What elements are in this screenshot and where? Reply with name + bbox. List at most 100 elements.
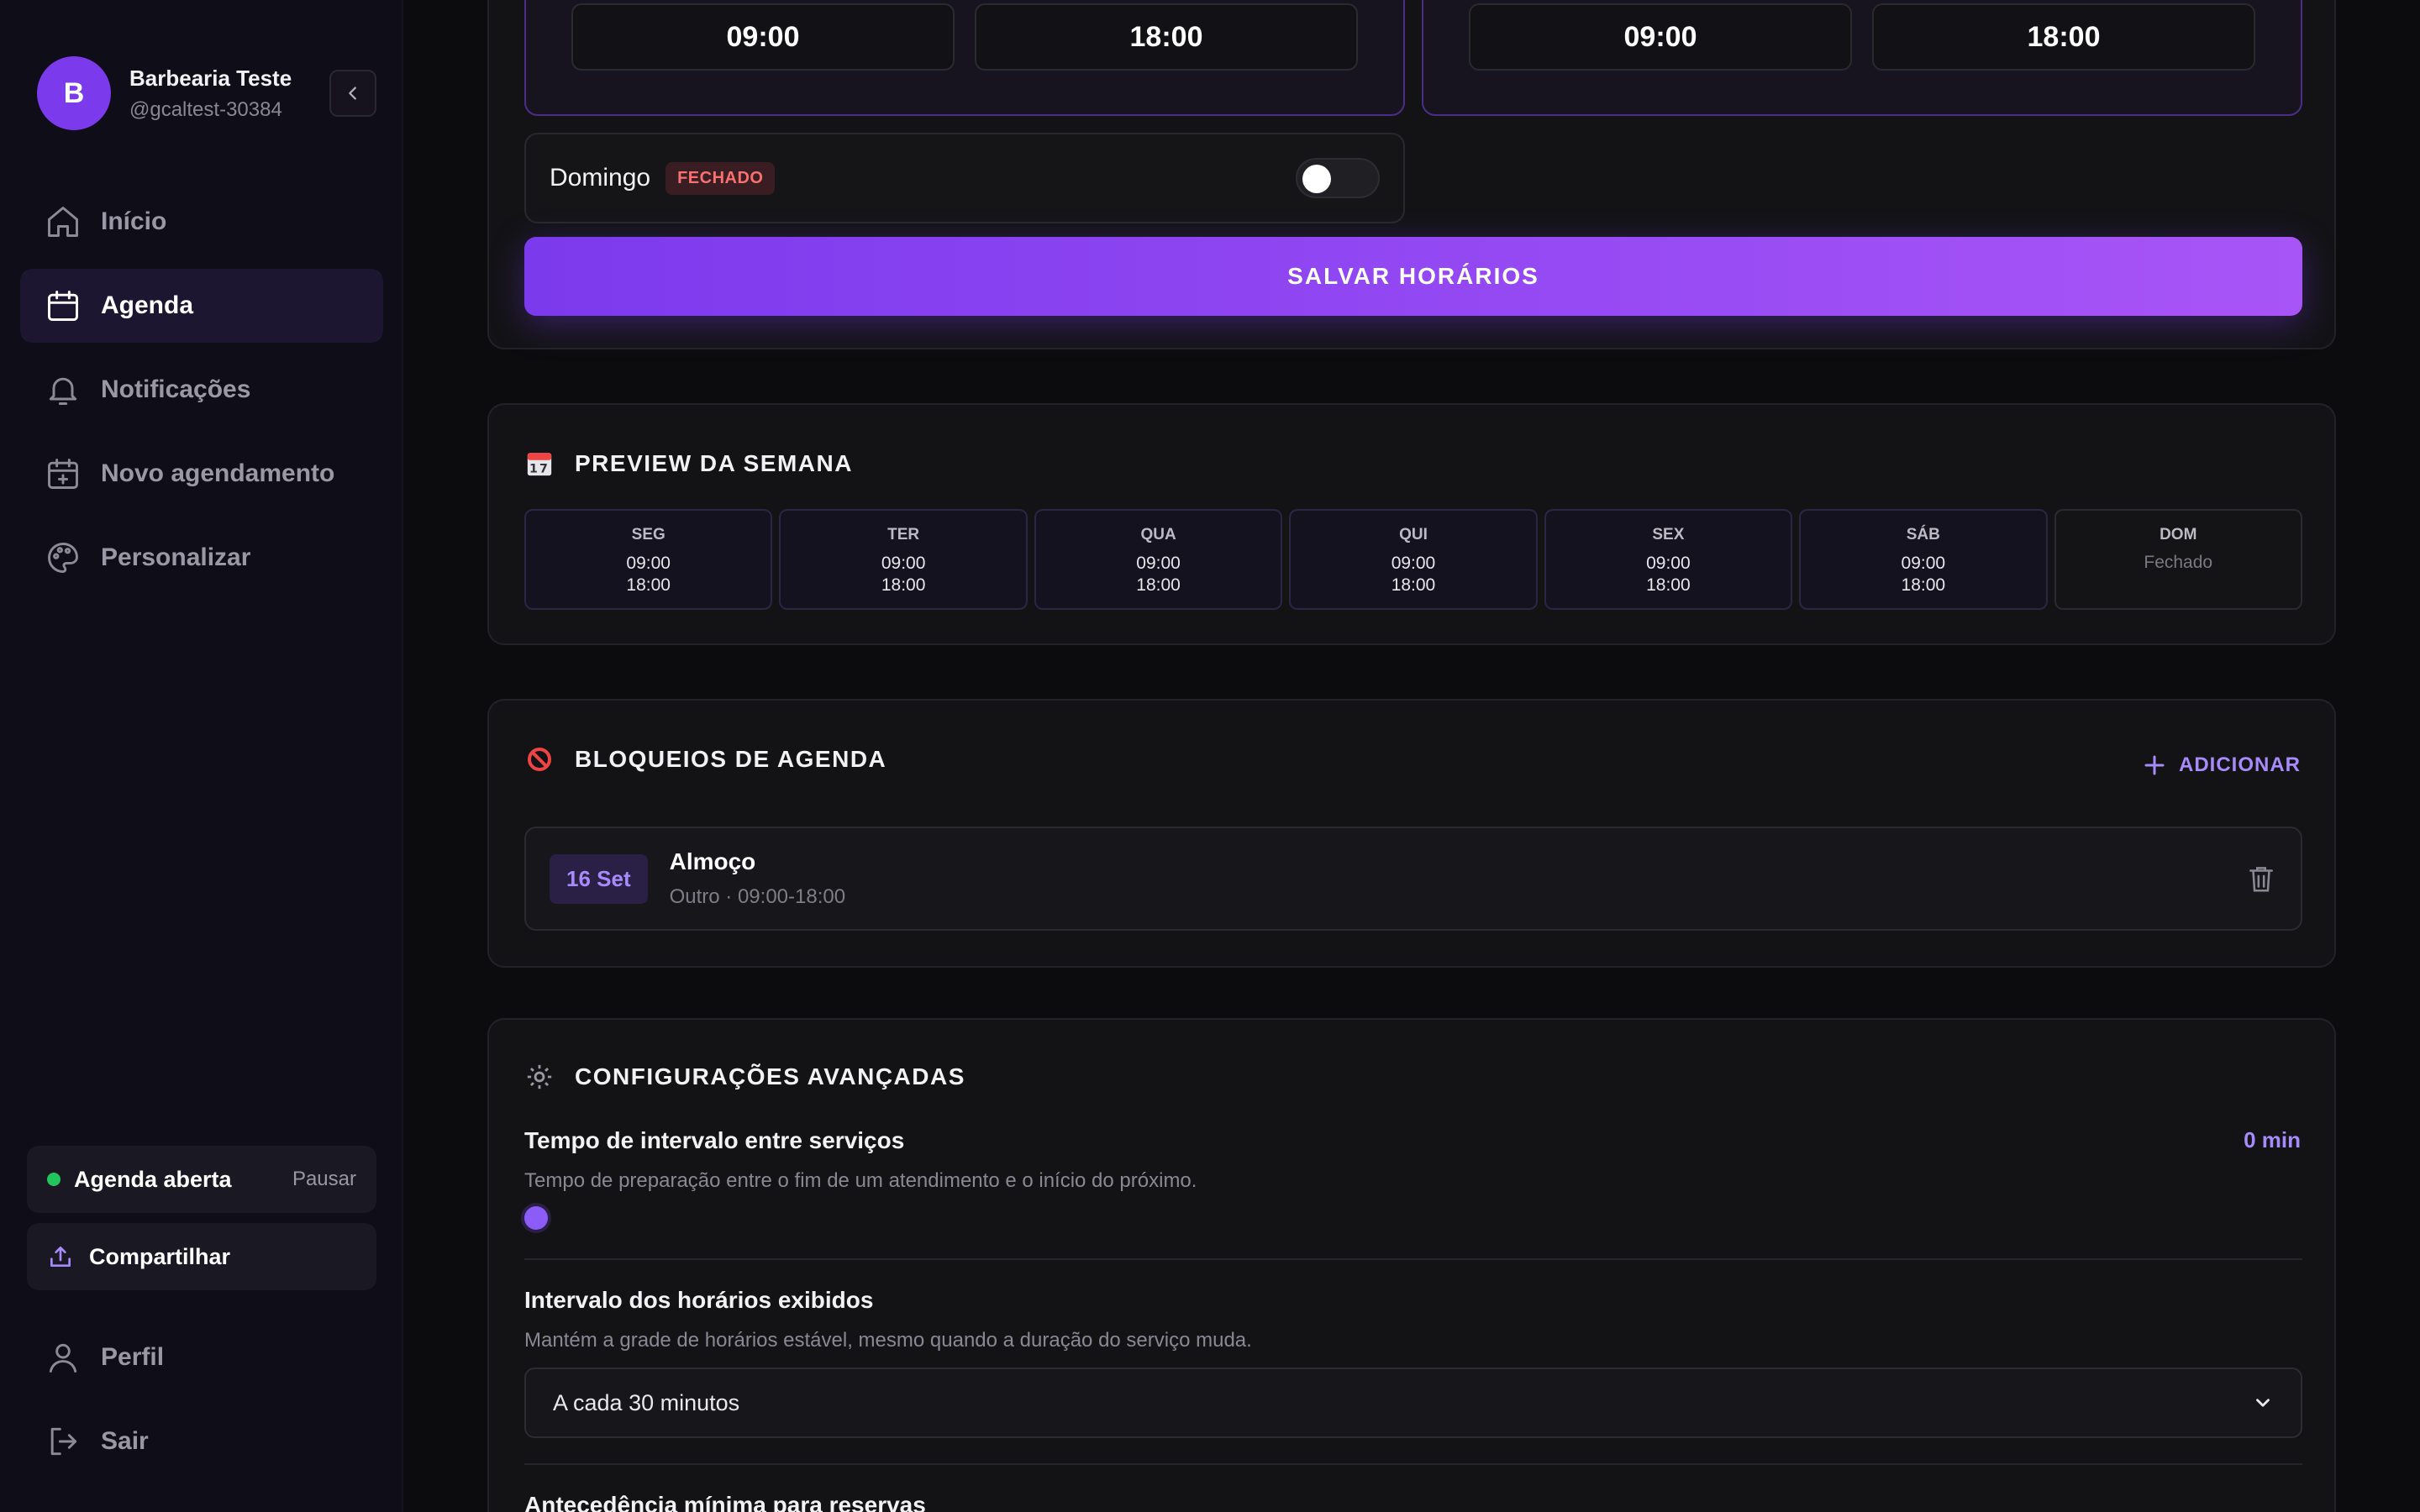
preview-day: TER 09:00 18:00 <box>779 509 1028 610</box>
sidebar-item-agenda[interactable]: Agenda <box>20 269 383 343</box>
bell-icon <box>44 370 82 409</box>
chevron-left-icon <box>349 87 356 100</box>
save-hours-button[interactable]: SALVAR HORÁRIOS <box>524 237 2302 316</box>
collapse-sidebar-button[interactable] <box>329 70 376 117</box>
day-label: Domingo <box>550 164 651 192</box>
sidebar-bottom-nav: Perfil Sair <box>20 1320 383 1488</box>
sidebar-item-label: Agenda <box>101 291 194 319</box>
sidebar-item-novo-agendamento[interactable]: Novo agendamento <box>20 437 383 511</box>
grid-interval-label: Intervalo dos horários exibidos <box>524 1287 874 1313</box>
sunday-hours-card: Domingo FECHADO <box>524 133 1405 223</box>
section-title: 17 PREVIEW DA SEMANA <box>524 449 853 479</box>
working-hours-card: 09:00 18:00 09:00 18:00 Domingo FECHADO … <box>487 0 2336 349</box>
block-item: 16 Set Almoço Outro · 09:00-18:00 <box>524 827 2302 931</box>
sidebar-item-label: Personalizar <box>101 543 251 571</box>
interval-description: Tempo de preparação entre o fim de um at… <box>524 1169 1197 1192</box>
section-title-text: PREVIEW DA SEMANA <box>575 450 853 476</box>
calendar-icon <box>44 286 82 325</box>
share-icon <box>47 1243 74 1270</box>
interval-value: 0 min <box>2244 1127 2301 1152</box>
preview-day: SEX 09:00 18:00 <box>1544 509 1793 610</box>
sidebar-item-notificacoes[interactable]: Notificações <box>20 353 383 427</box>
gear-icon <box>524 1062 555 1092</box>
preview-day: QUI 09:00 18:00 <box>1289 509 1538 610</box>
toggle-knob <box>1302 165 1331 193</box>
calendar-plus-icon <box>44 454 82 493</box>
status-dot <box>47 1173 60 1186</box>
block-subtitle: Outro · 09:00-18:00 <box>669 885 846 908</box>
open-time-input[interactable]: 09:00 <box>571 3 955 71</box>
plus-icon <box>2142 753 2167 778</box>
profile-handle: @gcaltest-30384 <box>129 97 282 121</box>
trash-icon <box>2249 867 2273 892</box>
user-icon <box>44 1338 82 1377</box>
weekday-hours-card: 09:00 18:00 <box>524 0 1405 116</box>
add-block-button[interactable]: ADICIONAR <box>2142 753 2301 778</box>
pause-button[interactable]: Pausar <box>292 1168 356 1191</box>
close-time-input[interactable]: 18:00 <box>1872 3 2255 71</box>
day-name: TER <box>887 526 920 543</box>
home-icon <box>44 202 82 241</box>
sidebar-item-label: Sair <box>101 1427 149 1455</box>
profile-header: B Barbearia Teste @gcaltest-30384 <box>37 55 376 131</box>
day-name: QUI <box>1399 526 1428 543</box>
sunday-toggle[interactable] <box>1296 158 1380 198</box>
section-title: CONFIGURAÇÕES AVANÇADAS <box>524 1062 965 1092</box>
agenda-status-card: Agenda aberta Pausar <box>27 1146 376 1213</box>
grid-interval-description: Mantém a grade de horários estável, mesm… <box>524 1329 1252 1352</box>
logout-icon <box>44 1422 82 1461</box>
sidebar-item-sair[interactable]: Sair <box>20 1404 383 1478</box>
preview-day: QUA 09:00 18:00 <box>1034 509 1283 610</box>
open-time-input[interactable]: 09:00 <box>1469 3 1852 71</box>
sidebar-item-personalizar[interactable]: Personalizar <box>20 521 383 595</box>
share-button[interactable]: Compartilhar <box>27 1223 376 1290</box>
day-closed-label: Fechado <box>2144 553 2213 572</box>
day-name: SEX <box>1652 526 1685 543</box>
block-date-badge: 16 Set <box>550 853 648 904</box>
grid-interval-select[interactable]: A cada 30 minutos <box>524 1368 2302 1438</box>
weekday-hours-card: 09:00 18:00 <box>1422 0 2302 116</box>
interval-label: Tempo de intervalo entre serviços <box>524 1127 905 1153</box>
sidebar-item-label: Notificações <box>101 375 251 403</box>
profile-name: Barbearia Teste <box>129 65 292 91</box>
sidebar: B Barbearia Teste @gcaltest-30384 Início… <box>0 0 403 1512</box>
divider <box>524 1258 2302 1260</box>
block-title: Almoço <box>669 848 756 874</box>
section-title: BLOQUEIOS DE AGENDA <box>524 744 886 774</box>
close-time-input[interactable]: 18:00 <box>975 3 1358 71</box>
min-advance-label: Antecedência mínima para reservas <box>524 1492 926 1512</box>
day-hours: 09:00 18:00 <box>1136 554 1181 595</box>
week-preview-grid: SEG 09:00 18:00 TER 09:00 18:00 QUA 09:00 1… <box>524 509 2302 610</box>
day-hours: 09:00 18:00 <box>1391 554 1436 595</box>
sidebar-item-label: Início <box>101 207 167 235</box>
advanced-settings-card: CONFIGURAÇÕES AVANÇADAS Tempo de interva… <box>487 1018 2336 1512</box>
closed-badge: FECHADO <box>666 161 776 195</box>
day-name: QUA <box>1140 526 1176 543</box>
day-hours: 09:00 18:00 <box>881 554 926 595</box>
svg-text:17: 17 <box>529 463 550 476</box>
delete-block-button[interactable] <box>2245 863 2277 895</box>
day-name: SEG <box>631 526 666 543</box>
schedule-blocks-card: BLOQUEIOS DE AGENDA ADICIONAR 16 Set Alm… <box>487 699 2336 968</box>
section-title-text: CONFIGURAÇÕES AVANÇADAS <box>575 1063 965 1089</box>
preview-day-closed: DOM Fechado <box>2054 509 2302 610</box>
sidebar-item-label: Perfil <box>101 1343 165 1371</box>
week-preview-card: 17 PREVIEW DA SEMANA SEG 09:00 18:00 TER … <box>487 403 2336 645</box>
divider <box>524 1463 2302 1465</box>
avatar: B <box>37 56 111 130</box>
palette-icon <box>44 538 82 577</box>
preview-day: SÁB 09:00 18:00 <box>1799 509 2048 610</box>
day-hours: 09:00 18:00 <box>626 554 671 595</box>
sidebar-item-label: Novo agendamento <box>101 459 335 487</box>
add-block-label: ADICIONAR <box>2179 753 2301 776</box>
sidebar-item-inicio[interactable]: Início <box>20 185 383 259</box>
select-value: A cada 30 minutos <box>553 1389 740 1415</box>
prohibited-icon <box>524 744 555 774</box>
calendar-date-icon: 17 <box>524 449 555 479</box>
sidebar-item-perfil[interactable]: Perfil <box>20 1320 383 1394</box>
interval-slider[interactable] <box>524 1206 548 1230</box>
chevron-down-icon <box>2252 1392 2274 1414</box>
preview-day: SEG 09:00 18:00 <box>524 509 773 610</box>
day-name: DOM <box>2160 526 2197 543</box>
day-name: SÁB <box>1906 526 1940 543</box>
